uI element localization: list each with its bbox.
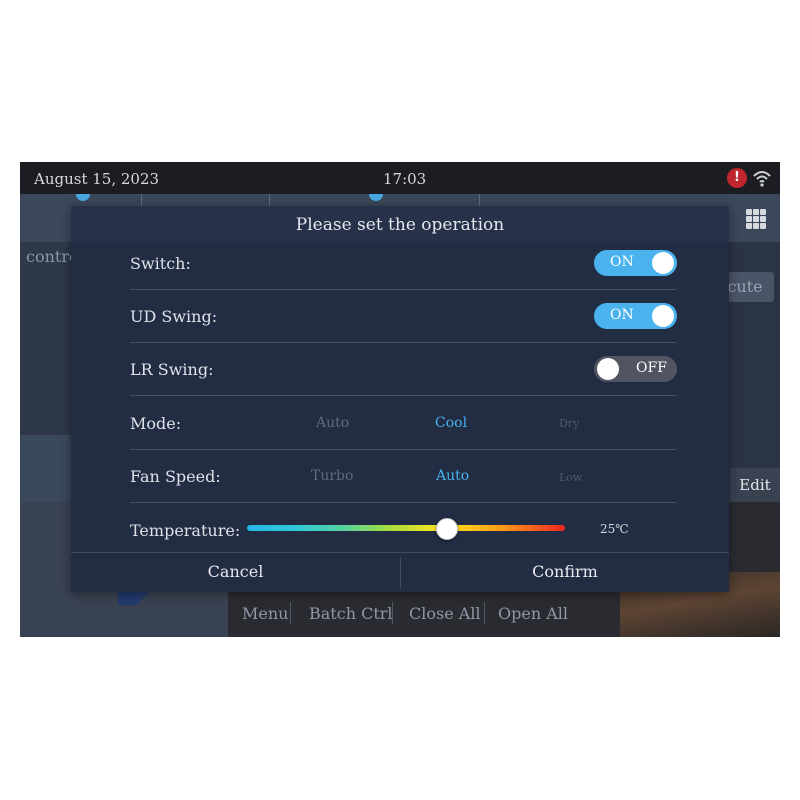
toggle-knob	[652, 252, 674, 274]
ud-swing-toggle-state: ON	[610, 307, 634, 323]
status-date: August 15, 2023	[34, 170, 160, 188]
lr-swing-toggle[interactable]: OFF	[594, 356, 677, 382]
ud-swing-toggle[interactable]: ON	[594, 303, 677, 329]
lr-swing-toggle-state: OFF	[636, 360, 667, 376]
nav-open-all[interactable]: Open All	[498, 604, 568, 623]
tab-indicator	[76, 194, 90, 201]
dialog-title: Please set the operation	[71, 206, 729, 243]
ud-swing-label: UD Swing:	[130, 307, 218, 326]
row-divider	[130, 449, 676, 450]
temperature-slider-track[interactable]	[247, 525, 565, 531]
fan-option-auto[interactable]: Auto	[436, 468, 469, 484]
fan-option-low[interactable]: Low	[559, 471, 582, 484]
confirm-button[interactable]: Confirm	[401, 553, 729, 593]
bottom-nav: Menu Batch Ctrl Close All Open All	[20, 598, 780, 628]
toggle-knob	[597, 358, 619, 380]
tab-indicator	[369, 194, 383, 201]
toggle-knob	[652, 305, 674, 327]
wifi-icon	[753, 171, 771, 187]
fan-speed-label: Fan Speed:	[130, 467, 221, 486]
mode-label: Mode:	[130, 414, 182, 433]
row-divider	[130, 395, 676, 396]
row-divider	[130, 289, 676, 290]
switch-toggle[interactable]: ON	[594, 250, 677, 276]
operation-dialog: Please set the operation Switch: ON UD S…	[71, 206, 729, 592]
alert-icon[interactable]: !	[727, 168, 747, 188]
nav-menu[interactable]: Menu	[242, 604, 288, 623]
mode-option-cool[interactable]: Cool	[435, 415, 467, 431]
nav-batch-ctrl[interactable]: Batch Ctrl	[309, 604, 393, 623]
mode-option-dry[interactable]: Dry	[559, 417, 579, 430]
temperature-slider-thumb[interactable]	[436, 518, 459, 540]
temperature-label: Temperature:	[130, 521, 241, 540]
mode-option-auto[interactable]: Auto	[316, 415, 349, 431]
device-screen: August 15, 2023 17:03 ! contro ecute Edi…	[20, 162, 780, 637]
row-divider	[130, 342, 676, 343]
grid-menu-icon[interactable]	[746, 209, 766, 229]
status-time: 17:03	[383, 170, 427, 188]
switch-label: Switch:	[130, 254, 191, 273]
switch-toggle-state: ON	[610, 254, 634, 270]
nav-close-all[interactable]: Close All	[409, 604, 481, 623]
dialog-footer: Cancel Confirm	[71, 552, 729, 593]
status-bar: August 15, 2023 17:03 !	[20, 162, 780, 194]
cancel-button[interactable]: Cancel	[71, 553, 400, 593]
row-divider	[130, 502, 676, 503]
fan-option-turbo[interactable]: Turbo	[311, 468, 353, 484]
edit-button[interactable]: Edit	[730, 468, 780, 502]
lr-swing-label: LR Swing:	[130, 360, 214, 379]
temperature-value: 25℃	[600, 522, 629, 536]
